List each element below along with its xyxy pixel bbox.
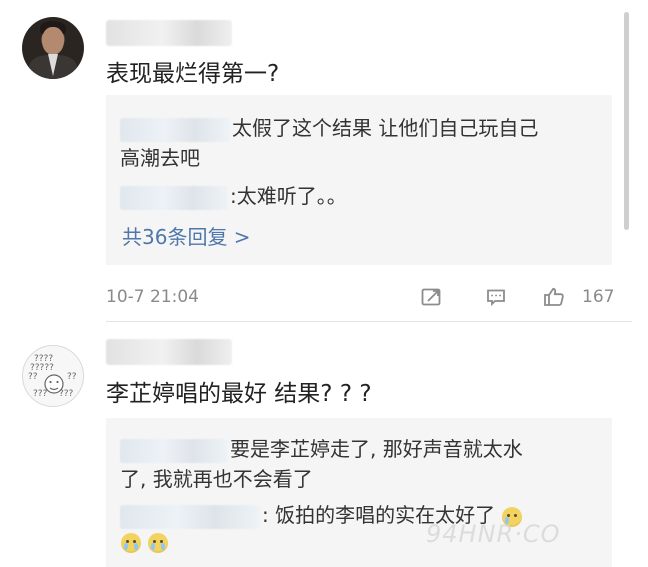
tear-icon — [124, 542, 128, 550]
scrollbar[interactable] — [624, 12, 629, 230]
comment-meta-bar: 10-7 21:04 167 — [106, 283, 615, 311]
reply-item-continuation: 了, 我就再也不会看了 — [120, 464, 313, 494]
svg-text:??: ?? — [67, 372, 77, 382]
reply-author-name[interactable] — [120, 438, 228, 463]
share-icon[interactable] — [420, 285, 444, 309]
reply-emoji-line — [120, 526, 169, 556]
reply-author-name[interactable] — [120, 504, 260, 529]
watermark: 94HNR·CO — [426, 520, 561, 548]
reply-text-line: 太假了这个结果 让他们自己玩自己 — [232, 116, 539, 140]
reply-text-line: 要是李芷婷走了, 那好声音就太水 — [230, 437, 523, 461]
comment-feed: 表现最烂得第一? 太假了这个结果 让他们自己玩自己 高潮去吧 :太难听了。。 共… — [0, 0, 648, 567]
question-face-icon: ???? ????? ?? ?? ??? ??? — [28, 354, 77, 399]
reply-item[interactable]: 太假了这个结果 让他们自己玩自己 — [120, 113, 538, 143]
comment-text: 表现最烂得第一? — [106, 61, 280, 87]
tear-icon — [151, 542, 156, 550]
reply-text-line: :太难听了。。 — [230, 184, 347, 208]
reply-author-name[interactable] — [120, 185, 228, 210]
svg-text:??: ?? — [28, 372, 38, 382]
comment-timestamp: 10-7 21:04 — [106, 287, 199, 307]
tear-icon — [134, 542, 138, 550]
reply-text-line: 了, 我就再也不会看了 — [120, 467, 313, 491]
comment-text: 李芷婷唱的最好 结果? ? ? — [106, 381, 372, 407]
comment-author-name[interactable] — [106, 20, 232, 46]
reply-item[interactable]: 要是李芷婷走了, 那好声音就太水 — [120, 434, 523, 464]
more-replies-link[interactable]: 共36条回复 > — [122, 223, 251, 251]
comment-icon[interactable] — [484, 285, 508, 309]
reply-item-continuation: 高潮去吧 — [120, 143, 200, 173]
thumbs-up-icon[interactable] — [542, 285, 566, 309]
comment-divider — [106, 321, 632, 322]
reply-list: 太假了这个结果 让他们自己玩自己 高潮去吧 :太难听了。。 共36条回复 > — [106, 95, 612, 265]
svg-text:???: ??? — [33, 389, 48, 399]
tear-icon — [161, 542, 166, 550]
reply-item[interactable]: :太难听了。。 — [120, 181, 347, 211]
crying-face-icon — [121, 532, 141, 553]
reply-author-name[interactable] — [120, 117, 230, 142]
comment-author-name[interactable] — [106, 339, 232, 365]
crying-face-icon — [148, 532, 169, 553]
user-avatar[interactable]: ???? ????? ?? ?? ??? ??? — [22, 345, 84, 407]
like-count: 167 — [582, 287, 615, 307]
user-avatar[interactable] — [22, 17, 84, 79]
svg-text:???: ??? — [59, 389, 74, 399]
avatar-face — [42, 27, 64, 55]
reply-text-line: 高潮去吧 — [120, 146, 200, 170]
